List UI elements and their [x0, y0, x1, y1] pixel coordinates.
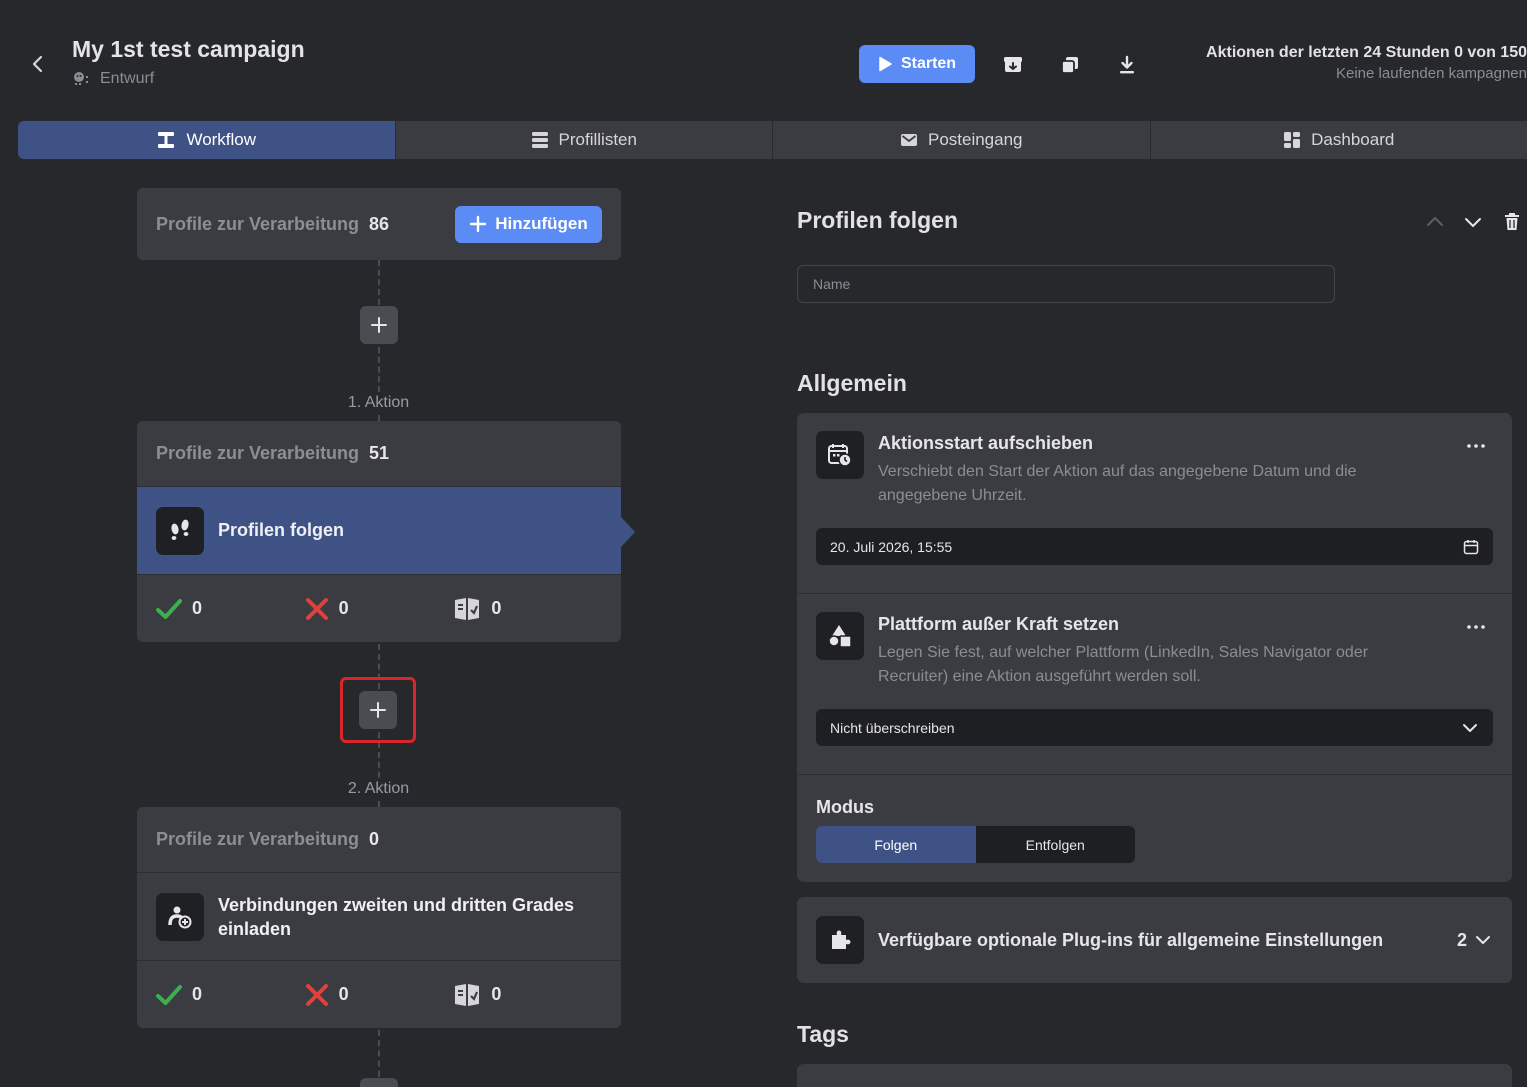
- list-icon: [531, 132, 548, 148]
- chevron-down-icon: [1463, 723, 1477, 732]
- delay-date-value: 20. Juli 2026, 15:55: [830, 538, 953, 555]
- dashboard-icon: [1284, 132, 1301, 148]
- selection-pointer: [621, 517, 635, 547]
- step-action-label: Profilen folgen: [218, 520, 344, 540]
- delay-title: Aktionsstart aufschieben: [878, 433, 1094, 453]
- chevron-up-icon[interactable]: [1423, 210, 1447, 234]
- mail-icon: [900, 134, 917, 146]
- step-action[interactable]: Verbindungen zweiten und dritten Grades …: [137, 873, 621, 961]
- plugins-panel[interactable]: Verfügbare optionale Plug-ins für allgem…: [797, 897, 1512, 983]
- step-label: 1. Aktion: [300, 394, 457, 412]
- delay-description: Verschiebt den Start der Aktion auf das …: [878, 463, 1357, 504]
- failed-stat: 0: [305, 983, 454, 1007]
- invite-user-icon: [156, 892, 204, 941]
- check-icon: [156, 984, 182, 1005]
- back-icon[interactable]: [26, 52, 50, 76]
- step-label: 2. Aktion: [300, 780, 457, 798]
- actions-summary: Aktionen der letzten 24 Stunden 0 von 15…: [1206, 44, 1527, 82]
- success-stat: 0: [156, 984, 305, 1006]
- add-step-highlight[interactable]: [340, 677, 416, 743]
- skip-icon: [455, 597, 480, 620]
- section-title-tags: Tags: [797, 1021, 849, 1047]
- download-icon[interactable]: [1115, 53, 1139, 77]
- section-title-general: Allgemein: [797, 370, 907, 396]
- plugins-toggle[interactable]: 2: [1457, 930, 1493, 951]
- delay-setting: Aktionsstart aufschieben Verschiebt den …: [797, 413, 1512, 593]
- footprints-icon: [156, 506, 204, 555]
- running-campaigns: Keine laufenden kampagnen: [1336, 65, 1527, 82]
- shapes-icon: [816, 612, 864, 660]
- tags-panel: [797, 1064, 1512, 1087]
- step-stats: 0 0 0: [137, 961, 621, 1028]
- cross-icon: [305, 983, 328, 1006]
- platform-select[interactable]: Nicht überschreiben: [816, 709, 1493, 746]
- archive-icon[interactable]: [1001, 53, 1025, 77]
- platform-setting: Plattform außer Kraft setzen Legen Sie f…: [797, 594, 1512, 774]
- mode-option-unfollow[interactable]: Entfolgen: [976, 826, 1136, 863]
- chevron-down-icon[interactable]: [1461, 210, 1485, 234]
- name-input[interactable]: [797, 265, 1335, 303]
- check-icon: [156, 598, 182, 619]
- start-label: Starten: [900, 55, 957, 72]
- more-options-icon[interactable]: [1466, 624, 1486, 630]
- tab-inbox[interactable]: Posteingang: [773, 121, 1151, 159]
- start-button[interactable]: Starten: [859, 45, 975, 83]
- calendar-clock-icon: [816, 431, 864, 479]
- add-profiles-button[interactable]: Hinzufügen: [455, 205, 602, 243]
- add-step-button[interactable]: [360, 306, 398, 344]
- calendar-icon: [1463, 539, 1479, 554]
- plus-icon: [470, 215, 487, 233]
- step-card[interactable]: Profile zur Verarbeitung 0 Verbindungen …: [137, 807, 621, 1028]
- chevron-down-icon: [1476, 936, 1490, 944]
- campaign-status: Entwurf: [72, 70, 154, 88]
- plus-icon: [370, 702, 386, 718]
- step-count: 0: [369, 829, 380, 849]
- skipped-stat: 0: [453, 983, 602, 1007]
- trash-icon[interactable]: [1503, 210, 1521, 234]
- failed-stat: 0: [305, 597, 454, 621]
- panel-title: Profilen folgen: [797, 207, 958, 233]
- step-action[interactable]: Profilen folgen: [137, 487, 621, 575]
- mode-option-follow[interactable]: Folgen: [816, 826, 976, 863]
- platform-select-value: Nicht überschreiben: [830, 719, 955, 736]
- source-label: Profile zur Verarbeitung: [156, 213, 360, 234]
- step-action-label: Verbindungen zweiten und dritten Grades …: [218, 894, 575, 939]
- duplicate-icon[interactable]: [1058, 53, 1082, 77]
- status-label: Entwurf: [100, 70, 155, 87]
- source-count: 86: [369, 213, 390, 234]
- play-icon: [879, 56, 892, 72]
- step-card[interactable]: Profile zur Verarbeitung 51 Profilen fol…: [137, 421, 621, 642]
- tab-profile-lists[interactable]: Profillisten: [396, 121, 773, 159]
- add-step-button[interactable]: [360, 1078, 398, 1087]
- cross-icon: [305, 597, 328, 620]
- workflow-icon: [158, 132, 175, 148]
- plus-icon: [371, 317, 387, 333]
- platform-title: Plattform außer Kraft setzen: [878, 614, 1120, 634]
- mode-setting: Modus Folgen Entfolgen: [797, 775, 1512, 863]
- success-stat: 0: [156, 598, 305, 620]
- puzzle-icon: [816, 916, 864, 964]
- skipped-stat: 0: [453, 597, 602, 621]
- tab-dashboard[interactable]: Dashboard: [1151, 121, 1527, 159]
- campaign-title: My 1st test campaign: [72, 36, 305, 62]
- step-count: 51: [369, 443, 390, 463]
- step-stats: 0 0 0: [137, 575, 621, 642]
- mode-title: Modus: [816, 797, 874, 817]
- main-tabs: Workflow Profillisten Posteingang Dashbo…: [18, 121, 1527, 159]
- general-settings-panel: Aktionsstart aufschieben Verschiebt den …: [797, 413, 1512, 882]
- tab-workflow[interactable]: Workflow: [18, 121, 396, 159]
- add-step-button[interactable]: [359, 691, 397, 729]
- mode-toggle: Folgen Entfolgen: [816, 826, 1135, 863]
- plugins-title: Verfügbare optionale Plug-ins für allgem…: [878, 929, 1384, 950]
- plugins-count: 2: [1456, 929, 1467, 950]
- skip-icon: [455, 983, 480, 1006]
- delay-date-field[interactable]: 20. Juli 2026, 15:55: [816, 528, 1493, 565]
- platform-description: Legen Sie fest, auf welcher Plattform (L…: [878, 644, 1369, 685]
- actions-count: Aktionen der letzten 24 Stunden 0 von 15…: [1206, 44, 1527, 61]
- draft-icon: [72, 70, 92, 88]
- source-card: Profile zur Verarbeitung 86 Hinzufügen: [137, 188, 621, 260]
- more-options-icon[interactable]: [1466, 443, 1486, 449]
